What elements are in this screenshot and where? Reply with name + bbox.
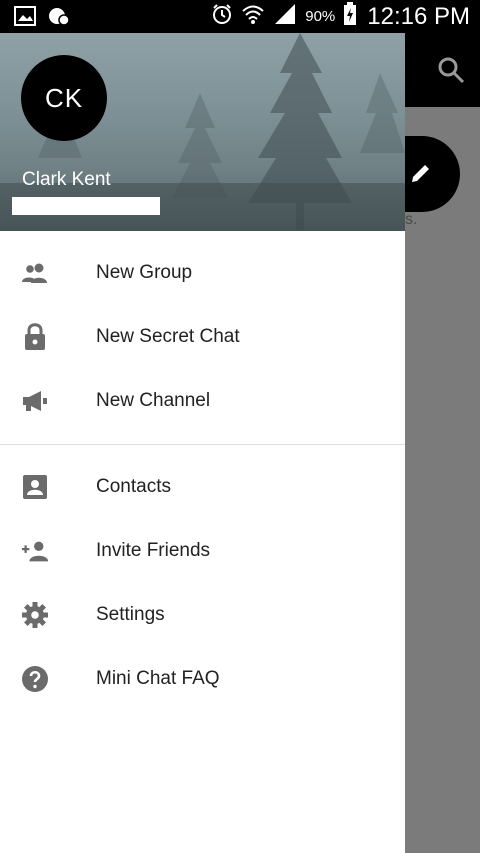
- menu-item-label: Invite Friends: [96, 540, 211, 561]
- menu-item-contacts[interactable]: Contacts: [0, 455, 405, 519]
- compose-button[interactable]: [404, 136, 460, 212]
- signal-icon: [273, 3, 297, 30]
- menu-item-label: New Secret Chat: [96, 326, 240, 347]
- gallery-notification-icon: [14, 6, 36, 26]
- navigation-drawer: CK Clark Kent New Group New Secret Chat …: [0, 33, 405, 853]
- user-name: Clark Kent: [22, 169, 111, 190]
- menu-item-label: New Group: [96, 262, 193, 283]
- menu-item-faq[interactable]: Mini Chat FAQ: [0, 647, 405, 711]
- battery-percent: 90%: [305, 8, 336, 25]
- avatar-initials: CK: [44, 82, 84, 113]
- avatar[interactable]: CK: [21, 55, 107, 141]
- menu-group-primary: New Group New Secret Chat New Channel: [0, 231, 405, 433]
- pencil-icon: [408, 160, 434, 186]
- background-text: s.: [405, 211, 418, 228]
- battery-icon: [343, 2, 357, 31]
- menu-group-secondary: Contacts Invite Friends Settings Mini Ch…: [0, 455, 405, 711]
- search-icon[interactable]: [436, 55, 466, 85]
- menu-item-new-channel[interactable]: New Channel: [0, 369, 405, 433]
- menu-divider: [0, 444, 405, 445]
- app-notification-icon: [48, 6, 70, 26]
- status-bar: 90% 12:16 PM: [0, 0, 480, 33]
- menu-item-label: Mini Chat FAQ: [96, 668, 220, 689]
- menu-item-settings[interactable]: Settings: [0, 583, 405, 647]
- clock: 12:16 PM: [367, 2, 470, 30]
- menu-item-label: Settings: [96, 604, 165, 625]
- menu-item-label: Contacts: [96, 476, 171, 497]
- menu-item-new-secret-chat[interactable]: New Secret Chat: [0, 305, 405, 369]
- gear-icon: [20, 600, 50, 630]
- drawer-header: CK Clark Kent: [0, 33, 405, 231]
- alarm-icon: [211, 3, 233, 30]
- redacted-phone-number: [12, 197, 160, 215]
- help-icon: [20, 664, 50, 694]
- menu-item-label: New Channel: [96, 390, 211, 411]
- lock-icon: [20, 322, 50, 352]
- contact-icon: [20, 472, 50, 502]
- menu-item-invite-friends[interactable]: Invite Friends: [0, 519, 405, 583]
- megaphone-icon: [20, 386, 50, 416]
- add-person-icon: [20, 536, 50, 566]
- group-icon: [20, 258, 50, 288]
- wifi-icon: [241, 3, 265, 30]
- menu-item-new-group[interactable]: New Group: [0, 241, 405, 305]
